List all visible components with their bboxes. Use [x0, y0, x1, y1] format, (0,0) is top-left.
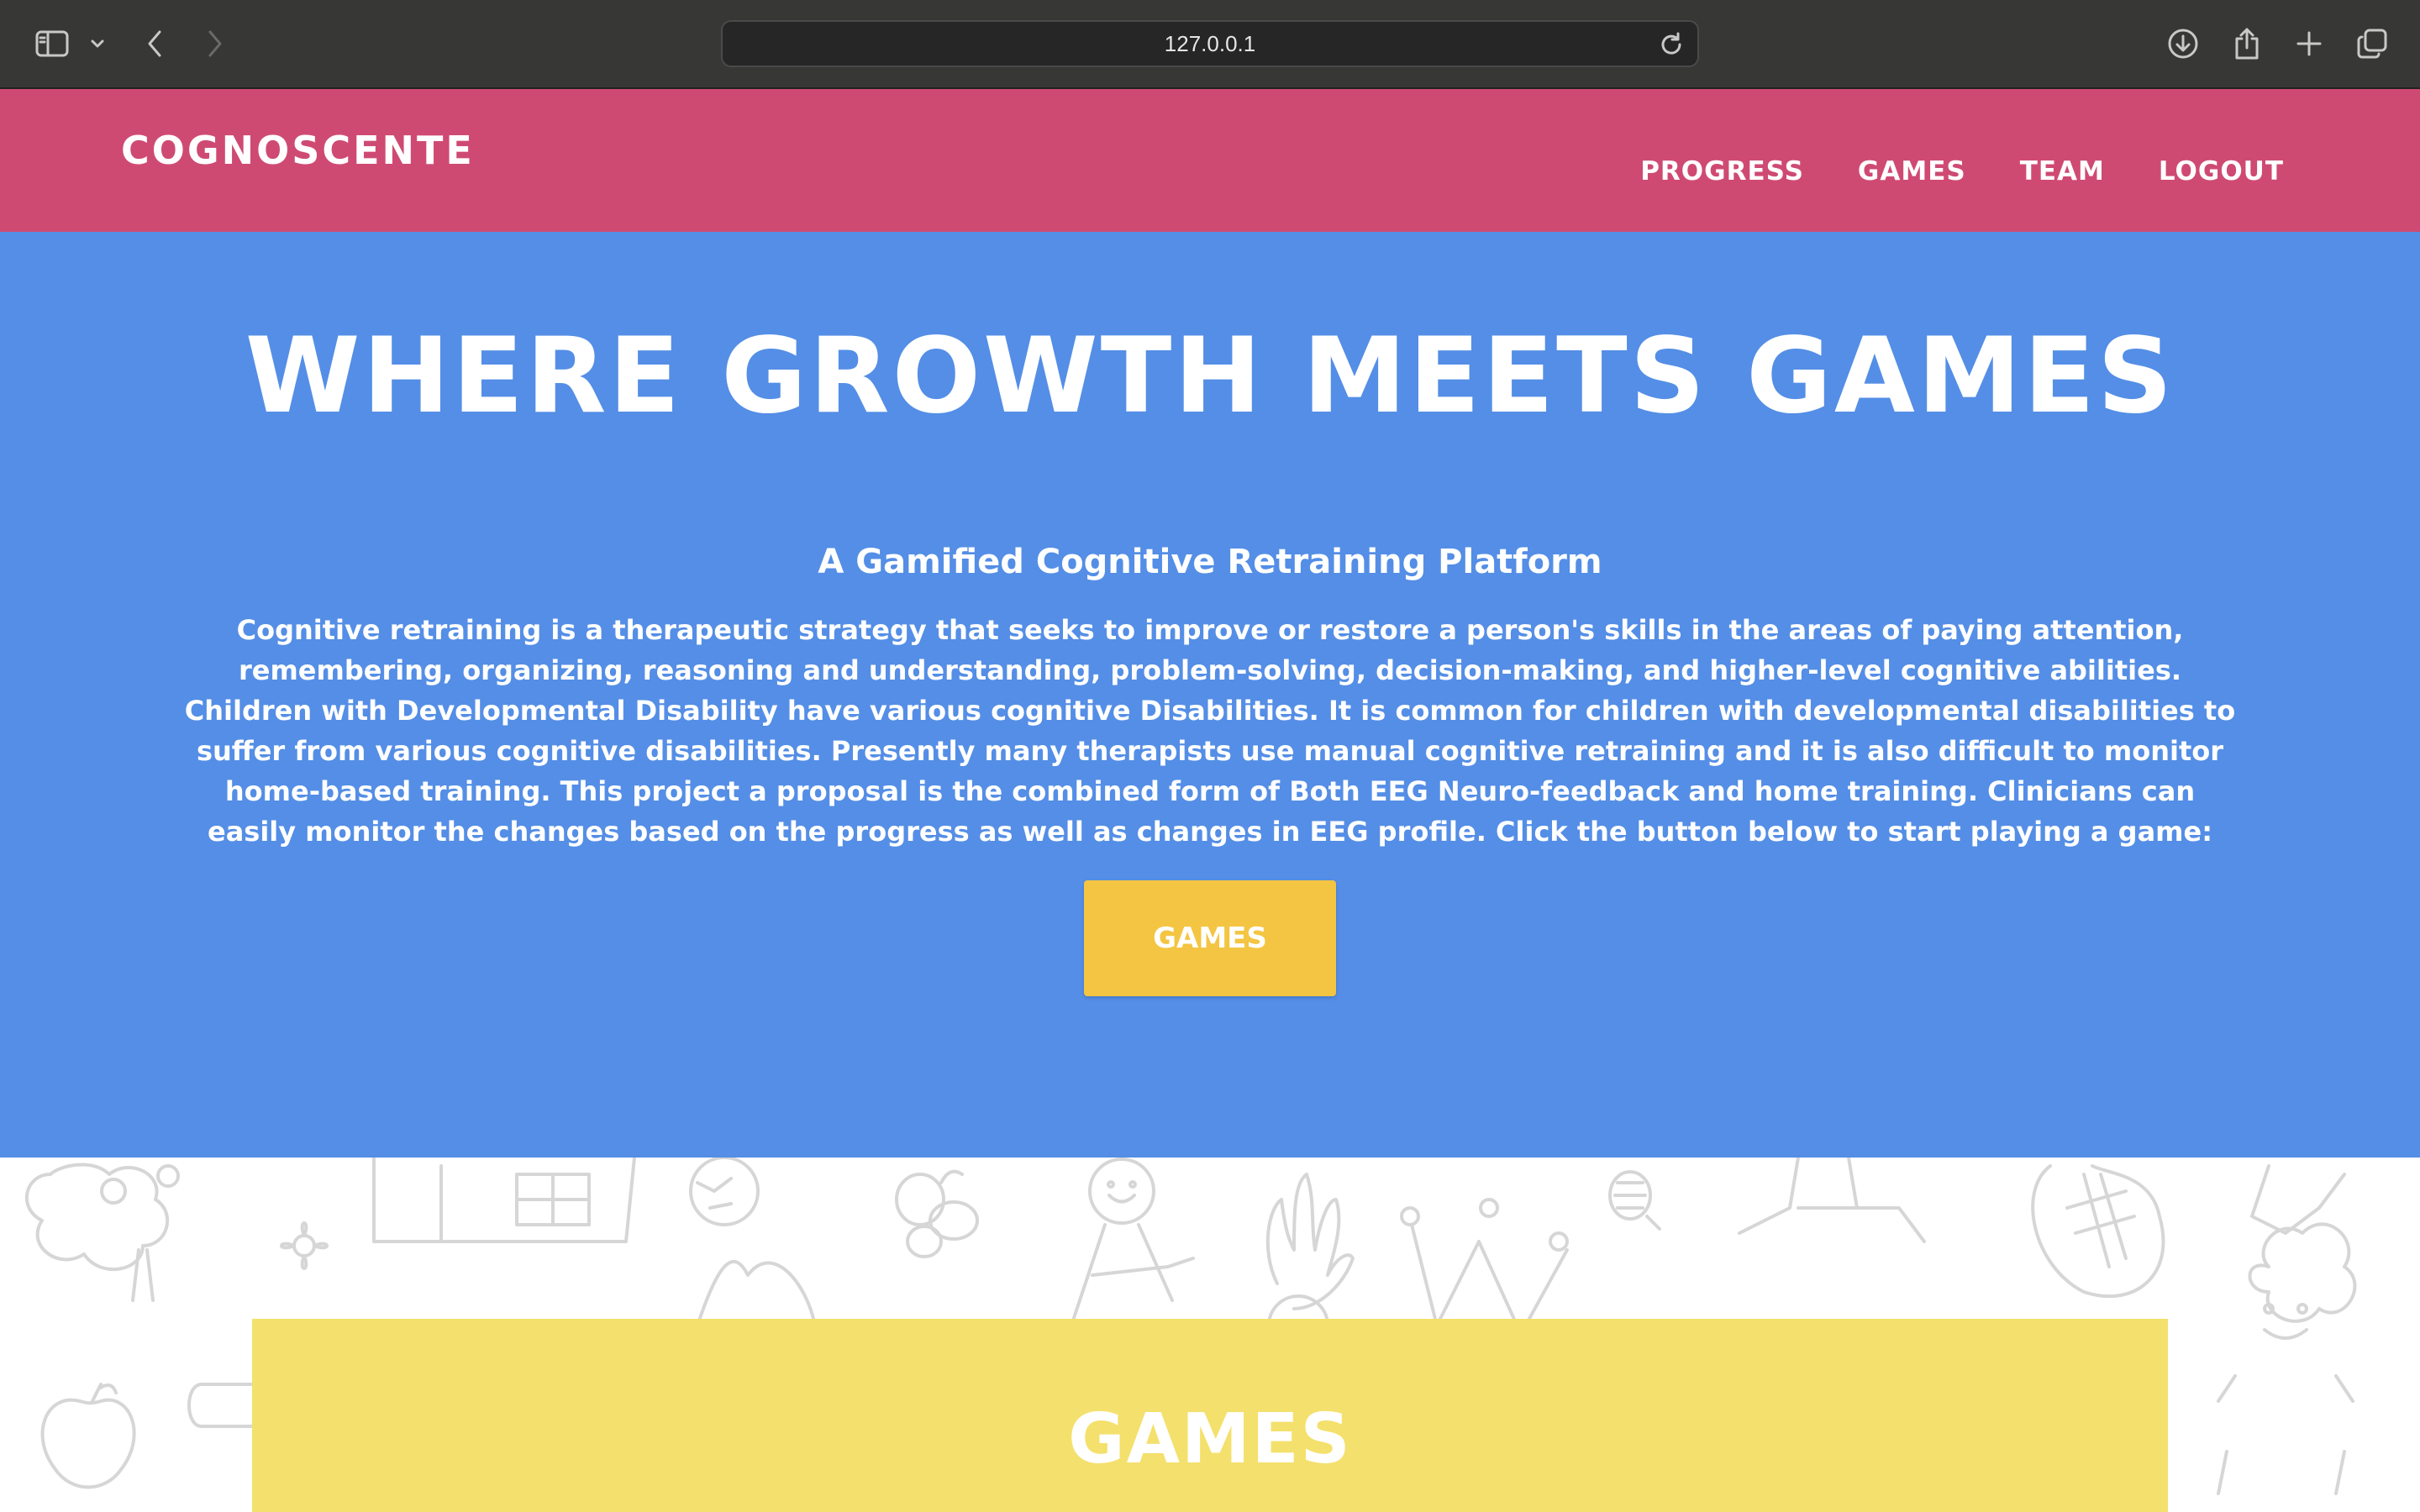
- site-logo[interactable]: COGNOSCENTE: [121, 128, 475, 173]
- nav-games[interactable]: GAMES: [1858, 156, 1966, 186]
- games-section-title: GAMES: [1068, 1399, 1352, 1479]
- browser-toolbar: 127.0.0.1: [0, 0, 2420, 89]
- share-icon[interactable]: [2230, 22, 2264, 66]
- chevron-down-icon[interactable]: [87, 22, 108, 66]
- hero-subtitle: A Gamified Cognitive Retraining Platform: [818, 543, 1602, 581]
- hero-description: Cognitive retraining is a therapeutic st…: [184, 614, 2236, 848]
- reload-icon[interactable]: [1657, 30, 1686, 59]
- sidebar-icon[interactable]: [34, 22, 71, 66]
- hero-title: WHERE GROWTH MEETS GAMES: [245, 316, 2175, 437]
- doodle-background: GAMES: [0, 1158, 2420, 1512]
- back-icon[interactable]: [139, 22, 170, 66]
- forward-icon[interactable]: [200, 22, 230, 66]
- nav-logout[interactable]: LOGOUT: [2159, 156, 2284, 186]
- new-tab-icon[interactable]: [2292, 22, 2326, 66]
- address-bar[interactable]: 127.0.0.1: [721, 20, 1699, 67]
- main-nav: PROGRESS GAMES TEAM LOGOUT: [1640, 156, 2284, 186]
- site-header: COGNOSCENTE PROGRESS GAMES TEAM LOGOUT: [0, 89, 2420, 232]
- url-text: 127.0.0.1: [1164, 30, 1256, 56]
- hero-section: WHERE GROWTH MEETS GAMES A Gamified Cogn…: [0, 232, 2420, 1158]
- nav-team[interactable]: TEAM: [2020, 156, 2105, 186]
- games-section: GAMES: [252, 1319, 2168, 1512]
- tab-overview-icon[interactable]: [2354, 22, 2390, 66]
- nav-progress[interactable]: PROGRESS: [1640, 156, 1804, 186]
- download-icon[interactable]: [2166, 22, 2200, 66]
- games-button[interactable]: GAMES: [1084, 880, 1336, 996]
